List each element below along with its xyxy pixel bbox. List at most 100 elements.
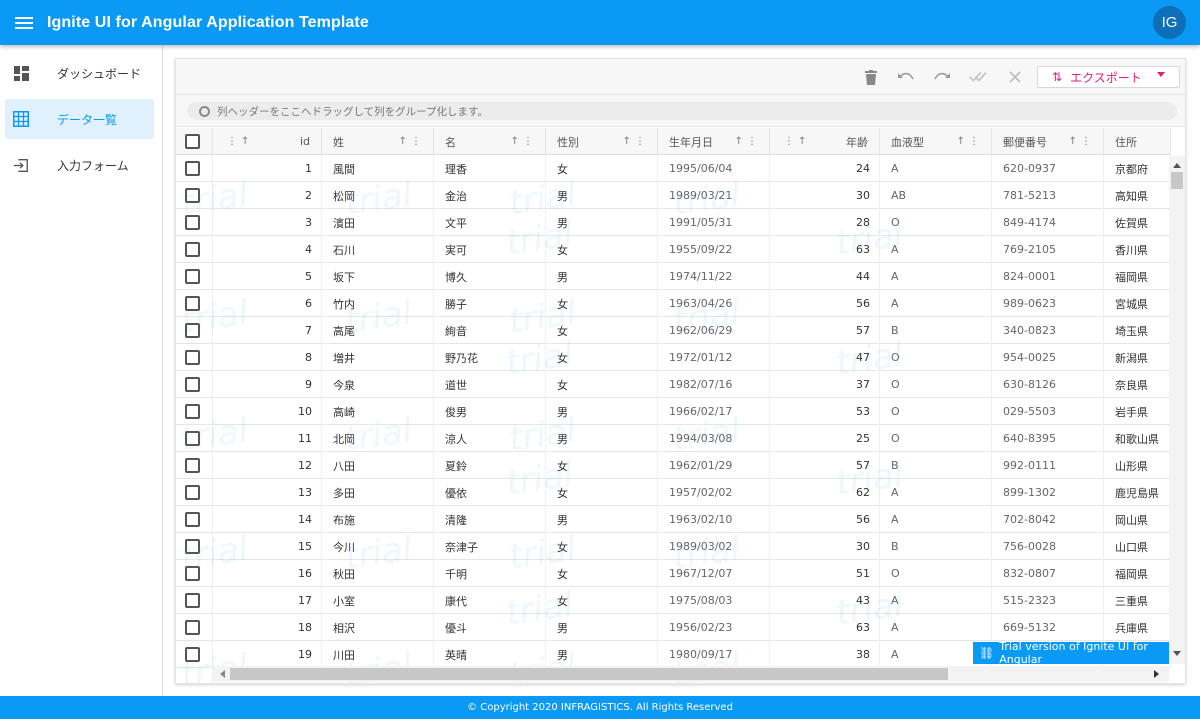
cell-sei[interactable]: 八田 bbox=[322, 452, 434, 479]
cell-mei[interactable]: 理香 bbox=[434, 155, 546, 182]
cell-birth[interactable]: 1975/08/03 bbox=[658, 587, 770, 614]
cell-id[interactable]: 14 bbox=[213, 506, 322, 533]
column-header-zip[interactable]: 郵便番号 ↑⋮ bbox=[992, 128, 1104, 155]
checkbox[interactable] bbox=[185, 458, 200, 473]
cell-id[interactable]: 9 bbox=[213, 371, 322, 398]
cell-blood[interactable]: A bbox=[880, 290, 992, 317]
cell-zip[interactable]: 029-5503 bbox=[992, 398, 1104, 425]
cell-sei[interactable]: 今泉 bbox=[322, 371, 434, 398]
cell-mei[interactable]: 勝子 bbox=[434, 290, 546, 317]
cell-gender[interactable]: 女 bbox=[546, 560, 658, 587]
cell-age[interactable]: 57 bbox=[770, 452, 880, 479]
cell-mei[interactable]: 奈津子 bbox=[434, 533, 546, 560]
cell-birth[interactable]: 1991/05/31 bbox=[658, 209, 770, 236]
sort-options-icon[interactable]: ↑⋮ bbox=[511, 136, 537, 147]
group-by-drop-zone[interactable]: 列ヘッダーをここへドラッグして列をグループ化します。 bbox=[187, 102, 1177, 120]
cell-sei[interactable]: 高崎 bbox=[322, 398, 434, 425]
checkbox[interactable] bbox=[185, 512, 200, 527]
cell-blood[interactable]: O bbox=[880, 560, 992, 587]
cell-blood[interactable]: A bbox=[880, 506, 992, 533]
checkbox[interactable] bbox=[185, 350, 200, 365]
cell-sei[interactable]: 増井 bbox=[322, 344, 434, 371]
column-options-sort-icon[interactable]: ⋮↑ bbox=[227, 136, 253, 147]
cell-blood[interactable]: A bbox=[880, 236, 992, 263]
column-header-id[interactable]: id ⋮↑ bbox=[213, 128, 322, 155]
scroll-down-icon[interactable] bbox=[1173, 651, 1181, 656]
cell-mei[interactable]: 野乃花 bbox=[434, 344, 546, 371]
table-row[interactable]: 11 北岡 涼人男 1994/03/08 25 O 640-8395 和歌山県 bbox=[176, 425, 1171, 452]
cell-address[interactable]: 宮城県 bbox=[1104, 290, 1171, 317]
row-selector[interactable] bbox=[176, 182, 213, 209]
cell-age[interactable]: 56 bbox=[770, 290, 880, 317]
sort-options-icon[interactable]: ↑⋮ bbox=[735, 136, 761, 147]
cell-address[interactable]: 岡山県 bbox=[1104, 506, 1171, 533]
cell-address[interactable]: 岩手県 bbox=[1104, 398, 1171, 425]
cell-address[interactable]: 埼玉県 bbox=[1104, 317, 1171, 344]
row-selector[interactable] bbox=[176, 344, 213, 371]
cell-zip[interactable]: 669-5132 bbox=[992, 614, 1104, 641]
row-selector[interactable] bbox=[176, 641, 213, 668]
cell-gender[interactable]: 男 bbox=[546, 182, 658, 209]
commit-icon[interactable] bbox=[969, 68, 987, 86]
cell-birth[interactable]: 1980/09/17 bbox=[658, 641, 770, 668]
table-row[interactable]: 9 今泉 道世女 1982/07/16 37 O 630-8126 奈良県 bbox=[176, 371, 1171, 398]
row-selector[interactable] bbox=[176, 506, 213, 533]
row-selector[interactable] bbox=[176, 317, 213, 344]
cell-sei[interactable]: 小室 bbox=[322, 587, 434, 614]
sidebar-item-input-form[interactable]: 入力フォーム bbox=[5, 145, 154, 185]
cell-sei[interactable]: 相沢 bbox=[322, 614, 434, 641]
cell-sei[interactable]: 風間 bbox=[322, 155, 434, 182]
row-selector[interactable] bbox=[176, 587, 213, 614]
cell-gender[interactable]: 男 bbox=[546, 425, 658, 452]
row-selector[interactable] bbox=[176, 533, 213, 560]
cell-mei[interactable]: 実可 bbox=[434, 236, 546, 263]
column-header-mei[interactable]: 名 ↑⋮ bbox=[434, 128, 546, 155]
cell-gender[interactable]: 男 bbox=[546, 263, 658, 290]
cell-blood[interactable]: O bbox=[880, 371, 992, 398]
cell-id[interactable]: 12 bbox=[213, 452, 322, 479]
cell-age[interactable]: 57 bbox=[770, 317, 880, 344]
cell-sei[interactable]: 高尾 bbox=[322, 317, 434, 344]
cell-sei[interactable]: 松岡 bbox=[322, 182, 434, 209]
horizontal-scrollbar[interactable] bbox=[213, 666, 1169, 682]
cell-birth[interactable]: 1956/02/23 bbox=[658, 614, 770, 641]
cell-id[interactable]: 4 bbox=[213, 236, 322, 263]
cell-age[interactable]: 38 bbox=[770, 641, 880, 668]
cell-age[interactable]: 53 bbox=[770, 398, 880, 425]
cell-id[interactable]: 1 bbox=[213, 155, 322, 182]
cell-zip[interactable]: 824-0001 bbox=[992, 263, 1104, 290]
cell-address[interactable]: 山形県 bbox=[1104, 452, 1171, 479]
row-selector[interactable] bbox=[176, 290, 213, 317]
cell-id[interactable]: 16 bbox=[213, 560, 322, 587]
table-row[interactable]: 4 石川 実可女 1955/09/22 63 A 769-2105 香川県 bbox=[176, 236, 1171, 263]
table-row[interactable]: 16 秋田 千明女 1967/12/07 51 O 832-0807 福岡県 bbox=[176, 560, 1171, 587]
cell-zip[interactable]: 781-5213 bbox=[992, 182, 1104, 209]
cell-sei[interactable]: 川田 bbox=[322, 641, 434, 668]
cell-address[interactable]: 鹿児島県 bbox=[1104, 479, 1171, 506]
column-header-age[interactable]: 年齢 ⋮↑ bbox=[770, 128, 880, 155]
cell-address[interactable]: 兵庫県 bbox=[1104, 614, 1171, 641]
cell-blood[interactable]: AB bbox=[880, 182, 992, 209]
cell-blood[interactable]: O bbox=[880, 344, 992, 371]
cell-zip[interactable]: 515-2323 bbox=[992, 587, 1104, 614]
cell-age[interactable]: 56 bbox=[770, 506, 880, 533]
cell-birth[interactable]: 1963/04/26 bbox=[658, 290, 770, 317]
horizontal-scroll-thumb[interactable] bbox=[230, 668, 948, 680]
cell-gender[interactable]: 女 bbox=[546, 344, 658, 371]
cell-zip[interactable]: 849-4174 bbox=[992, 209, 1104, 236]
cell-address[interactable]: 高知県 bbox=[1104, 182, 1171, 209]
cell-address[interactable]: 和歌山県 bbox=[1104, 425, 1171, 452]
cell-blood[interactable]: B bbox=[880, 452, 992, 479]
row-selector[interactable] bbox=[176, 236, 213, 263]
cell-mei[interactable]: 夏鈴 bbox=[434, 452, 546, 479]
cell-blood[interactable]: A bbox=[880, 263, 992, 290]
cell-birth[interactable]: 1974/11/22 bbox=[658, 263, 770, 290]
checkbox[interactable] bbox=[185, 566, 200, 581]
table-row[interactable]: 13 多田 優依女 1957/02/02 62 A 899-1302 鹿児島県 bbox=[176, 479, 1171, 506]
cell-mei[interactable]: 康代 bbox=[434, 587, 546, 614]
table-row[interactable]: 2 松岡 金治男 1989/03/21 30 AB 781-5213 高知県 bbox=[176, 182, 1171, 209]
cell-sei[interactable]: 坂下 bbox=[322, 263, 434, 290]
checkbox[interactable] bbox=[185, 269, 200, 284]
cell-gender[interactable]: 男 bbox=[546, 209, 658, 236]
table-row[interactable]: 15 今川 奈津子女 1989/03/02 30 B 756-0028 山口県 bbox=[176, 533, 1171, 560]
